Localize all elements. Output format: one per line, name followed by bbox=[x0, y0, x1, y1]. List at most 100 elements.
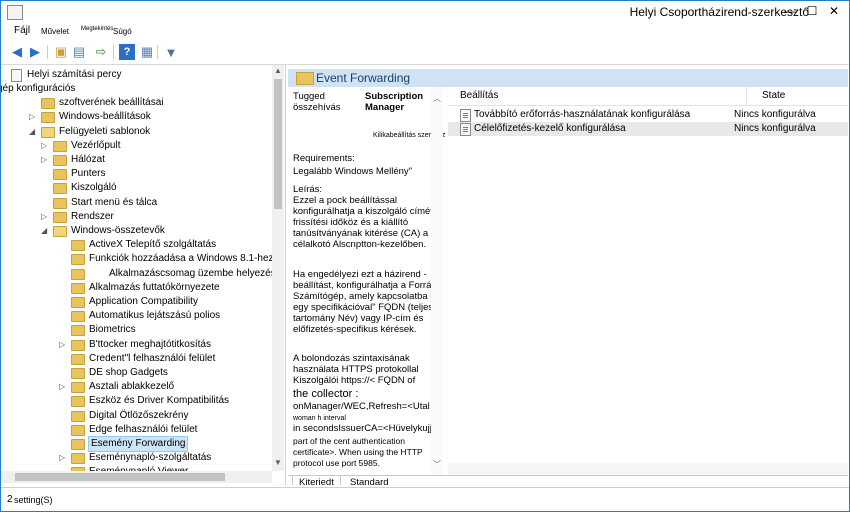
folder-icon bbox=[71, 311, 85, 323]
folder-icon bbox=[71, 353, 85, 365]
status-count: 2 bbox=[7, 494, 13, 505]
folder-icon bbox=[53, 211, 67, 223]
tab-extended[interactable]: Kiterjedt bbox=[292, 476, 341, 485]
tree-item-label: Windows-beállítások bbox=[59, 111, 151, 123]
description-scrollbar[interactable]: ︿ ﹀ bbox=[431, 87, 443, 475]
view-tabs: Kiterjedt Standard bbox=[288, 475, 848, 485]
expand-icon[interactable]: ▷ bbox=[29, 110, 37, 124]
folder-icon bbox=[71, 424, 85, 436]
column-setting[interactable]: Beállítás bbox=[460, 90, 498, 101]
tree-horizontal-scrollbar[interactable] bbox=[1, 471, 272, 483]
folder-icon bbox=[71, 382, 85, 394]
tree-item-label: Eseménynapló-szolgáltatás bbox=[89, 452, 212, 464]
expand-icon[interactable]: ▷ bbox=[41, 210, 49, 224]
tree-item-label: ActiveX Telepítő szolgáltatás bbox=[89, 239, 217, 251]
tree-item-label: Vezérlőpult bbox=[71, 139, 121, 151]
export-list-icon[interactable]: ⇨ bbox=[93, 44, 109, 60]
folder-icon bbox=[71, 453, 85, 465]
tree-item-label: Credent"l felhasználói felület bbox=[89, 352, 216, 364]
folder-icon bbox=[71, 325, 85, 337]
expand-icon[interactable]: ▷ bbox=[59, 451, 67, 465]
description-panel: Tugged összehívás Subscription Manager K… bbox=[288, 87, 445, 475]
minimize-button[interactable]: — bbox=[779, 1, 801, 23]
settings-list[interactable]: Beállítás State Továbbító erőforrás-hasz… bbox=[448, 87, 848, 475]
setting-label: Célelőfizetés-kezelő konfigurálása bbox=[474, 123, 626, 134]
tree-item-label: Alkalmazáscsomag üzembe helyezése bbox=[109, 267, 282, 279]
description-title: Tugged összehívás bbox=[293, 91, 341, 113]
menu-help[interactable]: Súgó bbox=[113, 27, 132, 36]
list-header: Beállítás State bbox=[448, 87, 848, 106]
toolbar-separator bbox=[157, 45, 158, 59]
tree-item-label: Eszköz és Driver Kompatibilitás bbox=[89, 395, 230, 407]
tree-item-label: Hálózat bbox=[71, 154, 105, 165]
help-icon[interactable]: ? bbox=[119, 44, 135, 60]
folder-icon bbox=[53, 183, 67, 195]
menu-view[interactable]: Megtekintés bbox=[81, 26, 113, 32]
folder-icon bbox=[53, 140, 67, 152]
show-hide-tree-icon[interactable]: ▤ bbox=[71, 44, 87, 60]
folder-icon bbox=[71, 297, 85, 308]
tree-item-label: szoftverének beállításai bbox=[59, 97, 164, 109]
menu-file[interactable]: Fájl bbox=[14, 25, 30, 36]
scroll-thumb[interactable] bbox=[15, 473, 225, 481]
tree-vertical-scrollbar[interactable]: ▲ ▼ bbox=[272, 65, 284, 471]
folder-icon bbox=[71, 410, 85, 422]
collapse-icon[interactable]: ◢ bbox=[29, 125, 37, 139]
list-item[interactable]: Célelőfizetés-kezelő konfigurálása Nincs… bbox=[448, 122, 848, 136]
status-text: setting(S) bbox=[14, 495, 53, 505]
description-label: Leírás: bbox=[293, 184, 323, 195]
scroll-thumb[interactable] bbox=[274, 79, 282, 209]
setting-state: Nincs konfigurálva bbox=[734, 109, 816, 120]
menu-action[interactable]: Művelet bbox=[41, 27, 69, 36]
filter-icon[interactable]: ▼ bbox=[163, 44, 179, 60]
folder-icon bbox=[71, 339, 85, 351]
folder-title: Event Forwarding bbox=[316, 71, 411, 85]
column-state[interactable]: State bbox=[762, 90, 785, 101]
scroll-up-icon[interactable]: ︿ bbox=[431, 93, 443, 105]
collector-text: the collector : bbox=[293, 388, 359, 400]
requirements-label: Requirements: bbox=[293, 153, 355, 164]
close-button[interactable]: ✕ bbox=[823, 1, 845, 23]
app-icon bbox=[7, 5, 23, 20]
scroll-up-icon[interactable]: ▲ bbox=[272, 65, 284, 77]
tree-item-label: DE shop Gadgets bbox=[89, 367, 168, 378]
menu-bar: Fájl Művelet Megtekintés Súgó bbox=[1, 23, 849, 40]
scroll-down-icon[interactable]: ▼ bbox=[272, 457, 284, 469]
syntax-text: A bolondozás szintaxisának használata HT… bbox=[293, 353, 419, 386]
tab-standard[interactable]: Standard bbox=[344, 476, 395, 485]
expand-icon[interactable]: ▷ bbox=[41, 153, 49, 167]
scroll-down-icon[interactable]: ﹀ bbox=[431, 459, 443, 471]
setting-label: Továbbító erőforrás-használatának konfig… bbox=[474, 109, 691, 120]
back-icon[interactable]: ◀ bbox=[9, 44, 25, 60]
expand-icon[interactable]: ▷ bbox=[41, 139, 49, 153]
folder-icon bbox=[71, 368, 85, 379]
folder-icon bbox=[71, 240, 85, 252]
tree-item-label: Application Compatibility bbox=[89, 296, 198, 307]
column-divider[interactable] bbox=[746, 87, 747, 105]
tree-item-label: Start menü és tálca bbox=[71, 196, 158, 208]
expand-icon[interactable]: ▷ bbox=[59, 338, 67, 352]
folder-icon bbox=[41, 126, 55, 138]
tree-item-label: Asztali ablakkezelő bbox=[89, 381, 175, 393]
tree-root-label: Helyi számítási percy bbox=[27, 69, 122, 80]
forward-icon[interactable]: ▶ bbox=[27, 44, 43, 60]
folder-icon bbox=[71, 282, 85, 294]
policy-document-icon bbox=[11, 69, 22, 82]
title-bar: Helyi Csoportházirend-szerkesztő — ☐ ✕ bbox=[1, 1, 849, 23]
folder-icon bbox=[296, 72, 314, 85]
tree-item-label: Esemény Forwarding bbox=[87, 436, 189, 452]
list-item[interactable]: Továbbító erőforrás-használatának konfig… bbox=[448, 108, 848, 122]
collapse-icon[interactable]: ◢ bbox=[41, 224, 49, 238]
requirements-text: Legalább Windows Mellény" bbox=[293, 166, 413, 177]
list-horizontal-scrollbar[interactable] bbox=[448, 463, 848, 475]
folder-icon bbox=[41, 112, 55, 124]
navigation-tree[interactable]: Helyi számítási percy gép konfigurációs s… bbox=[1, 65, 286, 485]
properties-icon[interactable]: ▦ bbox=[139, 44, 155, 60]
url-text: onManager/WEC,Refresh=<Utal bbox=[293, 401, 430, 412]
maximize-button[interactable]: ☐ bbox=[801, 1, 823, 23]
up-folder-icon[interactable]: ▣ bbox=[53, 44, 69, 60]
expand-icon[interactable]: ▷ bbox=[59, 380, 67, 394]
status-bar: 2 setting(S) bbox=[1, 487, 849, 511]
folder-icon bbox=[71, 268, 85, 280]
tree-item-label: B'ttocker meghajtótitkosítás bbox=[89, 338, 211, 350]
